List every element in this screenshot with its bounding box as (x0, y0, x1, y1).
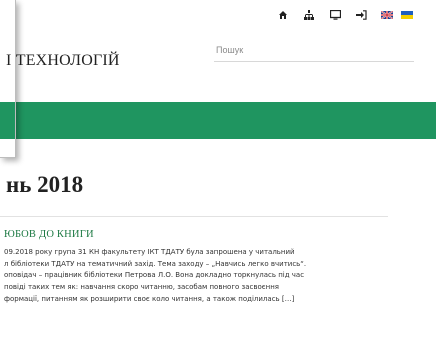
post-excerpt-line: 09.2018 року група 31 КН факультету ІКТ … (4, 248, 295, 256)
top-bar (0, 0, 436, 30)
home-icon[interactable] (270, 7, 296, 23)
site-header: І ТЕХНОЛОГІЙ (0, 30, 436, 88)
divider (0, 216, 388, 217)
top-icons (270, 7, 414, 23)
search-input[interactable] (214, 38, 414, 62)
post-excerpt-line: повіді таких тем як: навчання скоро чита… (4, 283, 279, 292)
ua-flag-icon[interactable] (400, 7, 414, 23)
post-excerpt-line: оповідач – працівник бібліотеки Петрова … (4, 271, 305, 280)
post-excerpt: 09.2018 року група 31 КН факультету ІКТ … (4, 247, 408, 306)
post-excerpt-line: формації, питанням як розширити своє кол… (4, 294, 295, 303)
uk-flag-icon[interactable] (374, 7, 400, 23)
post-title-link[interactable]: ЮБОВ ДО КНИГИ (4, 229, 94, 240)
login-icon[interactable] (348, 7, 374, 23)
page-heading: нь 2018 (6, 172, 84, 197)
monitor-icon[interactable] (322, 7, 348, 23)
main-navbar (0, 102, 436, 139)
site-title[interactable]: І ТЕХНОЛОГІЙ (6, 52, 120, 70)
overlapping-window-edge (0, 0, 16, 158)
sitemap-icon[interactable] (296, 7, 322, 23)
post-excerpt-line: л бібліотеки ТДАТУ на тематичний захід. … (4, 259, 307, 268)
